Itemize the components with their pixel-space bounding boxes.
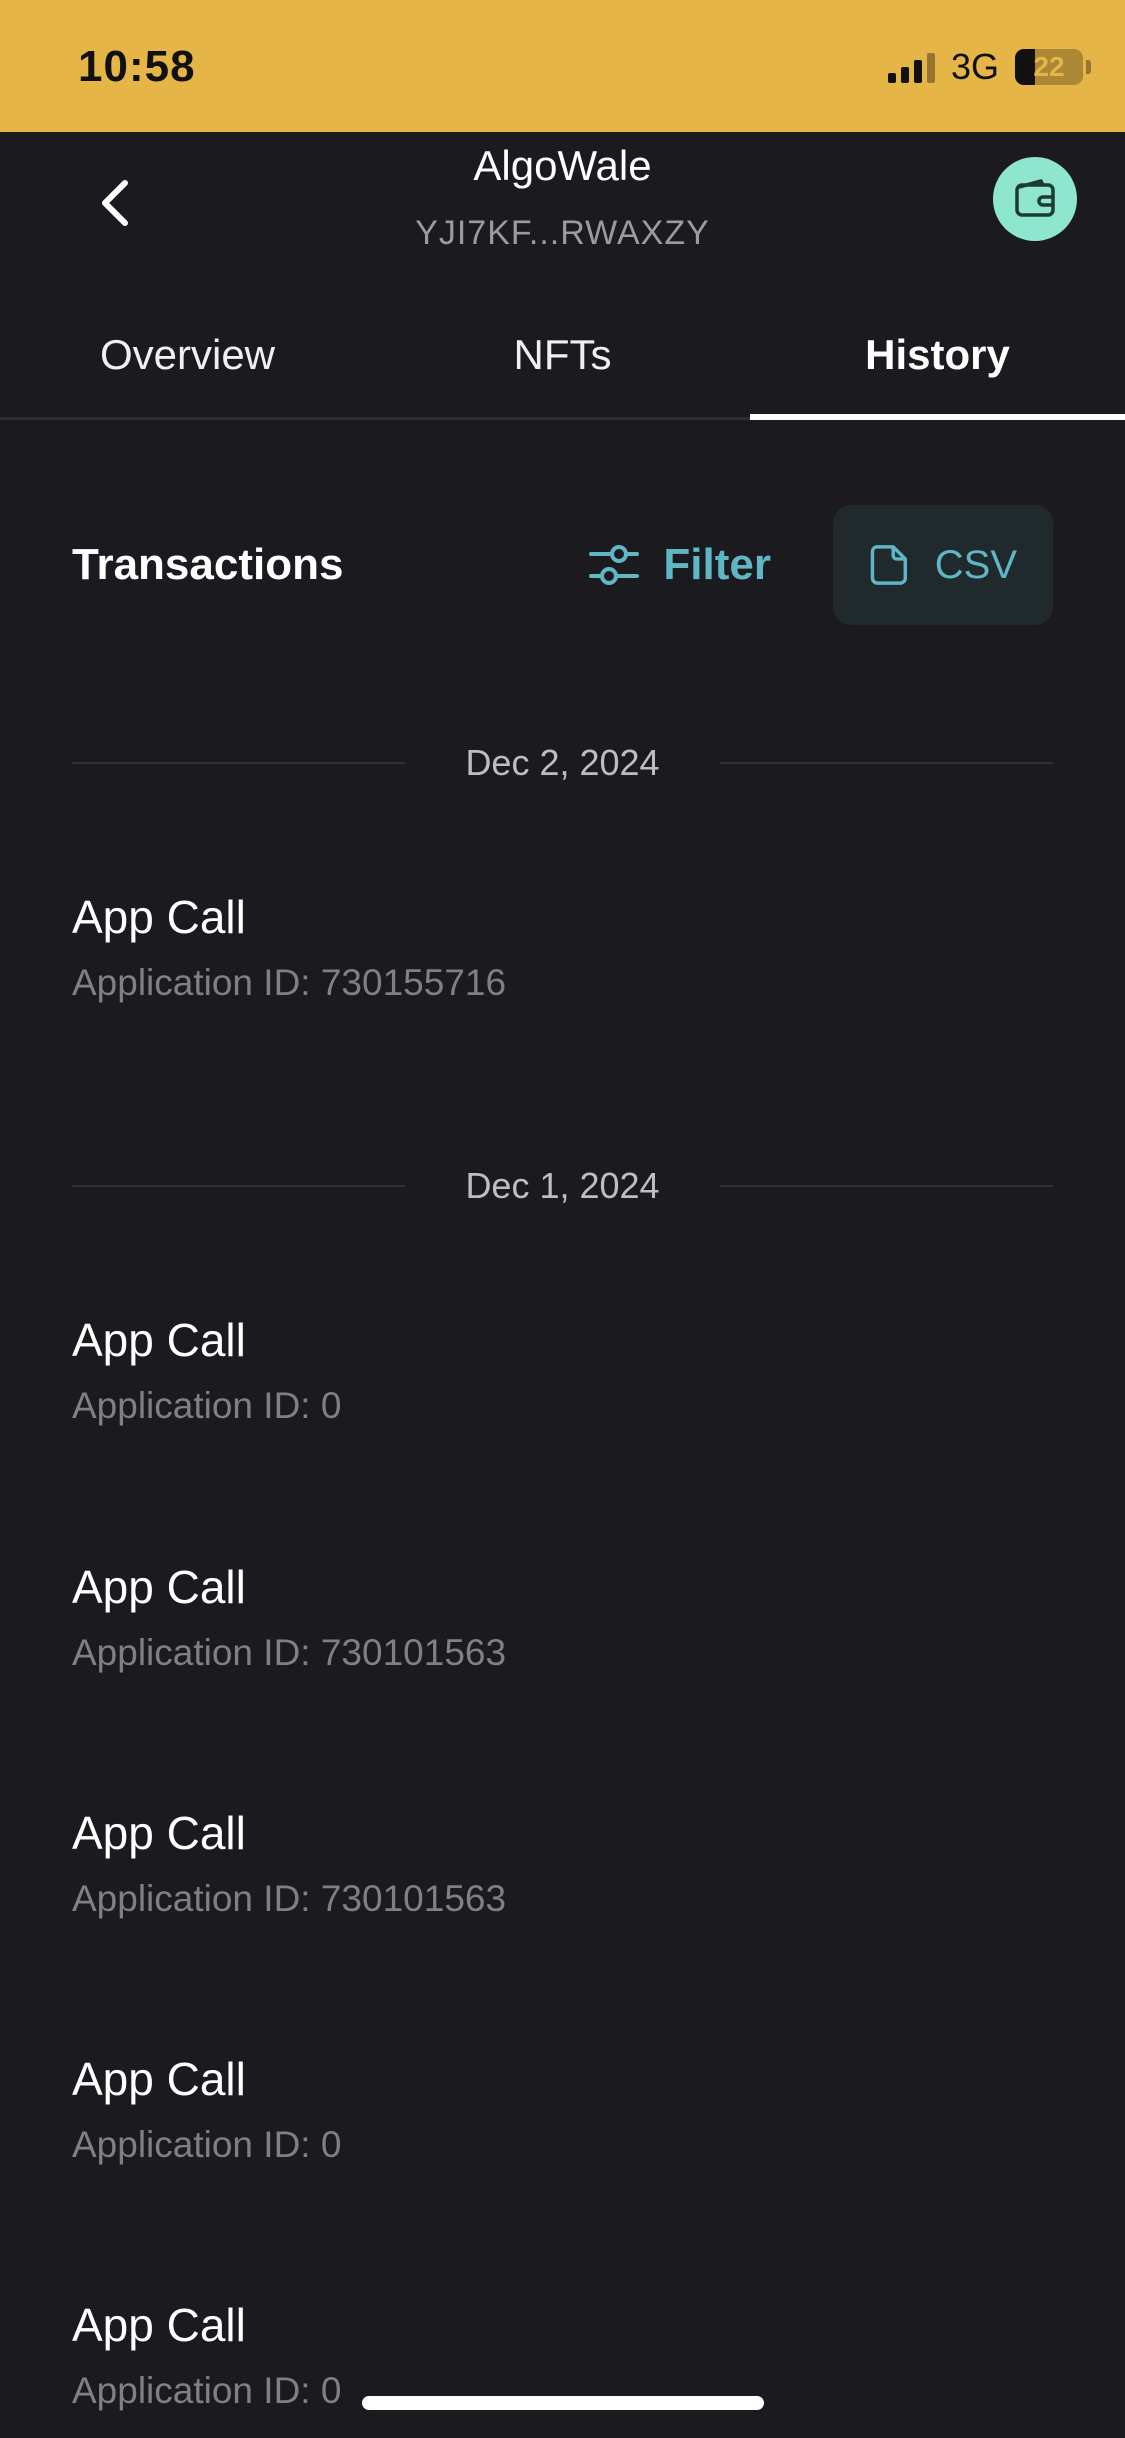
filter-button[interactable]: Filter <box>587 540 771 590</box>
transaction-detail: Application ID: 0 <box>72 1385 342 1426</box>
transaction-type: App Call <box>72 1314 246 1366</box>
transaction-item[interactable]: App Call Application ID: 0 <box>72 1313 1053 1453</box>
divider <box>719 1185 1054 1187</box>
transaction-type: App Call <box>72 1807 246 1859</box>
account-name: AlgoWale <box>473 142 652 189</box>
tab-history[interactable]: History <box>750 292 1125 420</box>
transaction-item[interactable]: App Call Application ID: 730101563 <box>72 1806 1053 1946</box>
divider <box>72 1185 406 1187</box>
battery-icon: 22 <box>1015 49 1091 85</box>
transaction-item[interactable]: App Call Application ID: 0 <box>72 2052 1053 2192</box>
file-icon <box>870 545 908 585</box>
csv-label: CSV <box>934 542 1017 587</box>
tab-bar: Overview NFTs History <box>0 292 1125 420</box>
transaction-item[interactable]: App Call Application ID: 730155716 <box>72 890 1053 1030</box>
status-bar: 10:58 3G 22 <box>0 0 1125 132</box>
section-title: Transactions <box>72 540 344 589</box>
date-separator: Dec 1, 2024 <box>72 1156 1054 1216</box>
date-label: Dec 2, 2024 <box>465 742 660 783</box>
transaction-type: App Call <box>72 2299 246 2351</box>
signal-icon <box>887 51 935 83</box>
transaction-detail: Application ID: 730101563 <box>72 1878 507 1919</box>
transactions-toolbar: Transactions Filter CSV <box>72 505 1053 625</box>
filter-label: Filter <box>663 540 771 589</box>
status-time: 10:58 <box>78 42 196 91</box>
transaction-detail: Application ID: 0 <box>72 2124 342 2165</box>
transaction-type: App Call <box>72 1561 246 1613</box>
account-address: YJI7KF...RWAXZY <box>415 214 710 252</box>
csv-export-button[interactable]: CSV <box>833 505 1053 625</box>
transaction-item[interactable]: App Call Application ID: 0 <box>72 2298 1053 2438</box>
transaction-type: App Call <box>72 2053 246 2105</box>
wallet-button[interactable] <box>993 157 1077 241</box>
home-indicator[interactable] <box>362 2396 764 2410</box>
tab-nfts[interactable]: NFTs <box>375 292 750 417</box>
tab-overview[interactable]: Overview <box>0 292 375 417</box>
battery-percent: 22 <box>1033 51 1065 82</box>
transaction-type: App Call <box>72 891 246 943</box>
wallet-icon <box>1015 179 1055 217</box>
date-label: Dec 1, 2024 <box>465 1165 660 1206</box>
status-indicators: 3G 22 <box>887 46 1091 88</box>
account-header: AlgoWale YJI7KF...RWAXZY <box>0 132 1125 292</box>
divider <box>72 762 406 764</box>
date-separator: Dec 2, 2024 <box>72 733 1054 793</box>
sliders-icon <box>589 545 640 585</box>
divider <box>719 762 1054 764</box>
transaction-detail: Application ID: 730155716 <box>72 962 507 1003</box>
network-type: 3G <box>950 46 999 87</box>
transaction-item[interactable]: App Call Application ID: 730101563 <box>72 1560 1053 1700</box>
transaction-detail: Application ID: 730101563 <box>72 1632 507 1673</box>
